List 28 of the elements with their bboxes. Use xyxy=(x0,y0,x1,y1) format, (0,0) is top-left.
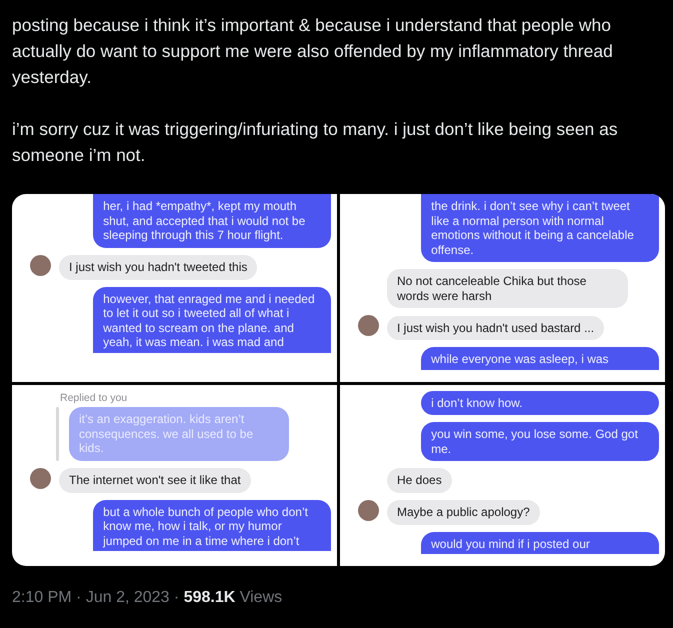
avatar xyxy=(30,254,51,276)
post-time: 2:10 PM xyxy=(12,589,72,606)
view-count: 598.1K xyxy=(184,589,236,606)
message-bubble: Maybe a public apology? xyxy=(387,500,540,524)
message-bubble: while everyone was asleep, i was xyxy=(421,347,659,370)
message-bubble: He does xyxy=(387,468,452,492)
message-bubble: the drink. i don’t see why i can’t tweet like a normal person with normal emotions without it being a cancelable offense. xyxy=(421,194,659,262)
message-bubble: her, i had *empathy*, kept my mouth shut, and accepted that i would not be sleeping through this 7 hour flight. xyxy=(93,194,331,248)
message-bubble: i don’t know how. xyxy=(421,390,659,415)
message-bubble: would you mind if i posted our xyxy=(421,532,659,554)
message-bubble: I just wish you hadn't used bastard ... xyxy=(387,316,604,340)
message-bubble: but a whole bunch of people who don’t know me, how i talk, or my humor jumped on me in a time where i don’t xyxy=(93,500,331,552)
message-bubble: No not canceleable Chika but those words were harsh xyxy=(387,269,628,308)
message-bubble: I just wish you hadn't tweeted this xyxy=(59,255,258,280)
avatar xyxy=(358,500,379,520)
views-label: Views xyxy=(240,589,282,606)
avatar xyxy=(358,315,379,336)
message-bubble: The internet won't see it like that xyxy=(59,468,251,493)
quoted-message: it’s an exaggeration. kids aren’t consequences. we all used to be kids. xyxy=(69,407,289,461)
reply-label: Replied to you xyxy=(59,390,128,406)
tweet-text: i’m sorry cuz it was triggering/infuriating to many. i just don’t like being seen as someone i’m not. xyxy=(12,118,619,167)
post-date: Jun 2, 2023 xyxy=(86,589,170,606)
message-bubble: you win some, you lose some. God got me. xyxy=(421,422,659,461)
separator-dot: · xyxy=(76,589,82,606)
tweet-text: posting because i think it’s important & because i understand that people who actually do want to support me were also offended by my inflammatory thread yesterday. xyxy=(12,14,614,89)
avatar xyxy=(30,468,51,489)
message-bubble: however, that enraged me and i needed to let it out so i tweeted all of what i wanted to scream on the plane. and yeah, it was mean. i was mad and xyxy=(93,286,331,352)
separator-dot: · xyxy=(174,589,180,606)
